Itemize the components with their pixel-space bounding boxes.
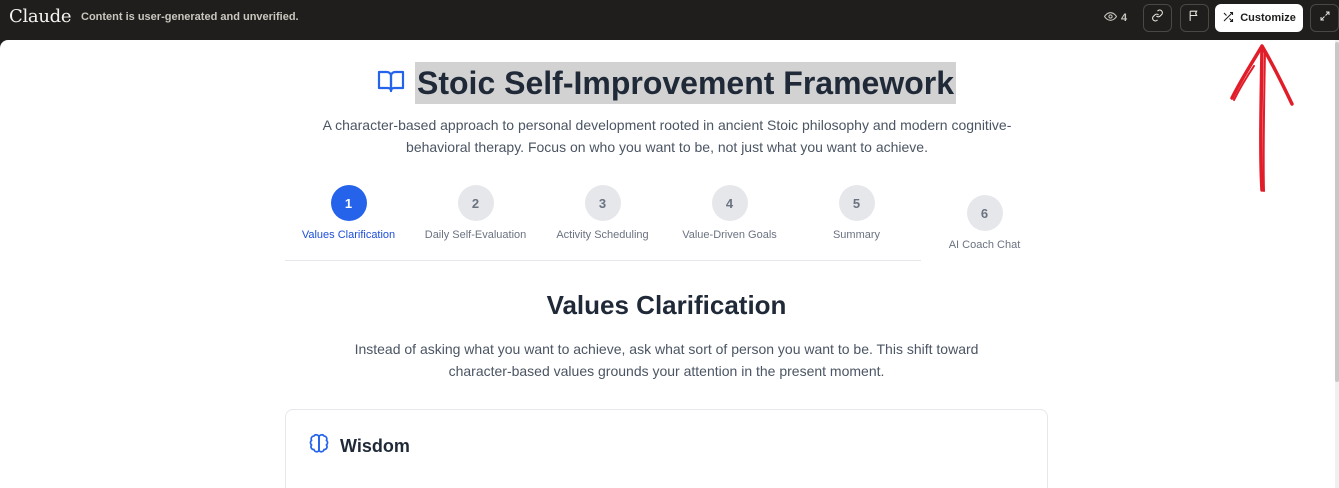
eye-icon <box>1103 10 1118 26</box>
view-count-value: 4 <box>1121 12 1128 24</box>
step-ai-coach-chat[interactable]: 6 AI Coach Chat <box>921 195 1048 251</box>
page-title: Stoic Self-Improvement Framework <box>415 62 957 104</box>
book-icon <box>377 69 405 98</box>
card-header: Wisdom <box>308 433 410 460</box>
step-number: 5 <box>838 185 875 221</box>
artifact-page: Stoic Self-Improvement Framework A chara… <box>0 40 1339 488</box>
step-number: 1 <box>330 185 367 221</box>
value-card-wisdom[interactable]: Wisdom <box>285 409 1048 488</box>
top-bar: Claude Content is user-generated and unv… <box>0 0 1339 38</box>
scrollbar-thumb[interactable] <box>1335 42 1339 382</box>
page-subtitle: A character-based approach to personal d… <box>322 117 1012 155</box>
step-number: 6 <box>966 195 1003 231</box>
step-navigation: 1 Values Clarification 2 Daily Self-Eval… <box>285 185 1045 265</box>
step-number: 2 <box>457 185 494 221</box>
report-button[interactable] <box>1180 4 1209 32</box>
link-icon <box>1151 9 1164 27</box>
step-number: 4 <box>711 185 748 221</box>
fullscreen-button[interactable] <box>1310 4 1339 32</box>
step-label: Activity Scheduling <box>556 229 649 241</box>
step-daily-self-evaluation[interactable]: 2 Daily Self-Evaluation <box>412 185 539 241</box>
step-summary[interactable]: 5 Summary <box>793 185 920 241</box>
step-activity-scheduling[interactable]: 3 Activity Scheduling <box>539 185 666 241</box>
view-count: 4 <box>1103 10 1128 26</box>
step-label: AI Coach Chat <box>948 239 1021 251</box>
customize-label: Customize <box>1240 12 1296 24</box>
expand-icon <box>1319 9 1331 27</box>
customize-button[interactable]: Customize <box>1215 4 1303 32</box>
copy-link-button[interactable] <box>1143 4 1172 32</box>
section-title: Values Clarification <box>546 290 787 320</box>
section-description: Instead of asking what you want to achie… <box>354 341 979 379</box>
step-divider <box>285 260 921 261</box>
step-number: 3 <box>584 185 621 221</box>
page-header: Stoic Self-Improvement Framework <box>377 62 957 104</box>
step-label: Daily Self-Evaluation <box>424 229 527 241</box>
flag-icon <box>1188 9 1201 27</box>
shuffle-icon <box>1222 11 1234 26</box>
step-value-driven-goals[interactable]: 4 Value-Driven Goals <box>666 185 793 241</box>
step-label: Value-Driven Goals <box>682 229 777 241</box>
content-notice: Content is user-generated and unverified… <box>81 11 299 23</box>
brand-logo[interactable]: Claude <box>9 6 72 27</box>
card-title: Wisdom <box>340 436 410 456</box>
step-label: Summary <box>832 229 881 241</box>
step-label: Values Clarification <box>301 229 396 241</box>
step-values-clarification[interactable]: 1 Values Clarification <box>285 185 412 241</box>
brain-icon <box>308 433 330 460</box>
